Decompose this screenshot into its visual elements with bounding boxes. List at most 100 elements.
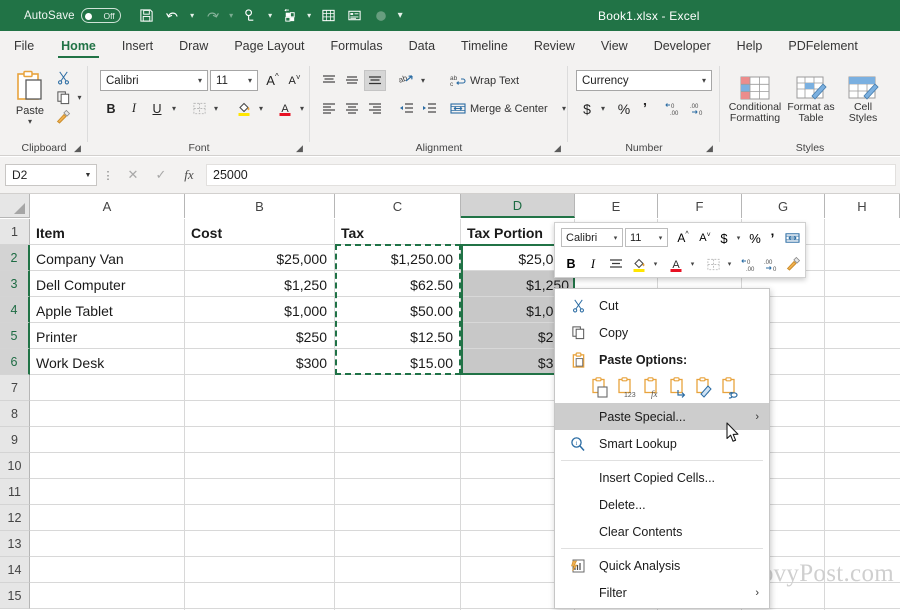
undo-dropdown-icon[interactable]: ▾ (187, 4, 198, 28)
mini-comma-format-button[interactable]: ’ (765, 227, 780, 249)
touch-mode-dropdown-icon[interactable]: ▾ (265, 4, 276, 28)
row-header-15[interactable]: 15 (0, 583, 30, 609)
accounting-dropdown-icon[interactable]: ▾ (597, 98, 609, 119)
increase-font-size-button[interactable]: A ^ (262, 70, 283, 91)
row-header-3[interactable]: 3 (0, 271, 30, 297)
cell-B1[interactable]: Cost (186, 220, 332, 245)
row-header-4[interactable]: 4 (0, 297, 30, 323)
row-header-5[interactable]: 5 (0, 323, 30, 349)
menu-item-insert-copied-cells[interactable]: Insert Copied Cells... (555, 464, 769, 491)
cell-B4[interactable]: $1,000 (186, 298, 332, 323)
mini-italic-button[interactable]: I (583, 253, 603, 275)
mini-font-color-button[interactable]: A (665, 253, 687, 275)
copy-button[interactable] (52, 88, 74, 106)
record-macro-icon[interactable] (369, 4, 393, 28)
cell-B2[interactable]: $25,000 (186, 246, 332, 271)
bold-button[interactable]: B (101, 98, 121, 119)
touch-mode-icon[interactable] (239, 4, 263, 28)
mini-increase-decimal-button[interactable]: 0.00 (739, 253, 761, 275)
percent-format-button[interactable]: % (614, 98, 634, 119)
redo-icon[interactable] (200, 4, 224, 28)
format-painter-button[interactable] (52, 108, 74, 126)
autosave-toggle[interactable]: Off (80, 8, 121, 23)
tab-page-layout[interactable]: Page Layout (221, 31, 317, 60)
menu-item-clear-contents[interactable]: Clear Contents (555, 518, 769, 545)
chevron-down-icon[interactable]: ▾ (697, 76, 711, 85)
row-header-8[interactable]: 8 (0, 401, 30, 427)
tab-review[interactable]: Review (521, 31, 588, 60)
column-header-b[interactable]: B (185, 194, 335, 218)
cell-B3[interactable]: $1,250 (186, 272, 332, 297)
row-header-1[interactable]: 1 (0, 219, 30, 245)
mini-font-color-dropdown-icon[interactable]: ▾ (687, 253, 698, 275)
paste-formulas-icon[interactable]: fx (643, 377, 664, 399)
mini-borders-dropdown-icon[interactable]: ▾ (724, 253, 735, 275)
cell-A2[interactable]: Company Van (31, 246, 181, 271)
mini-percent-format-button[interactable]: % (746, 227, 764, 249)
paste-transpose-icon[interactable] (669, 377, 690, 399)
mini-decrease-font-size-button[interactable]: A ˅ (695, 227, 715, 249)
formula-input[interactable]: 25000 (206, 164, 896, 186)
cell-A3[interactable]: Dell Computer (31, 272, 181, 297)
tab-view[interactable]: View (588, 31, 641, 60)
align-bottom-button[interactable] (364, 70, 386, 91)
chevron-down-icon[interactable]: ▾ (609, 234, 622, 242)
tab-formulas[interactable]: Formulas (318, 31, 396, 60)
increase-decimal-button[interactable]: 0.00 (663, 98, 685, 119)
merge-center-button[interactable]: Merge & Center (450, 98, 548, 119)
mini-decrease-decimal-button[interactable]: .00 0 (760, 253, 782, 275)
font-dialog-launcher[interactable]: ◢ (296, 144, 305, 153)
menu-item-copy[interactable]: Copy (555, 319, 769, 346)
paste-link-icon[interactable] (721, 377, 742, 399)
font-color-button[interactable]: A (274, 98, 296, 119)
redo-dropdown-icon[interactable]: ▾ (226, 4, 237, 28)
tab-file[interactable]: File (0, 31, 48, 60)
number-dialog-launcher[interactable]: ◢ (706, 144, 715, 153)
clipboard-dialog-launcher[interactable]: ◢ (74, 144, 83, 153)
accounting-format-button[interactable]: $ (578, 98, 596, 119)
cut-button[interactable] (52, 68, 74, 86)
paste-button[interactable]: Paste ▾ (8, 68, 52, 128)
increase-indent-button[interactable] (418, 98, 440, 119)
italic-button[interactable]: I (124, 98, 144, 119)
column-header-c[interactable]: C (335, 194, 461, 218)
tab-home[interactable]: Home (48, 31, 109, 60)
mini-format-painter-button[interactable] (782, 253, 804, 275)
confirm-entry-icon[interactable]: ✓ (147, 164, 175, 186)
column-header-h[interactable]: H (825, 194, 900, 218)
paste-dropdown-icon[interactable]: ▾ (28, 117, 32, 126)
format-as-table-button[interactable]: Format as Table (784, 66, 838, 132)
new-icon[interactable] (278, 4, 302, 28)
paste-formatting-icon[interactable] (695, 377, 716, 399)
decrease-decimal-button[interactable]: .00 0 (686, 98, 708, 119)
mini-align-center-button[interactable] (605, 253, 627, 275)
autosave-control[interactable]: AutoSave Off (24, 8, 121, 23)
cell-C5[interactable]: $12.50 (336, 324, 458, 349)
mini-font-size-combo[interactable]: 11 ▾ (625, 228, 668, 247)
font-name-combo[interactable]: Calibri ▾ (100, 70, 208, 91)
mini-accounting-dropdown-icon[interactable]: ▾ (733, 227, 744, 249)
mini-increase-font-size-button[interactable]: A ^ (673, 227, 693, 249)
cell-styles-button[interactable]: Cell Styles (838, 66, 888, 132)
font-color-dropdown-icon[interactable]: ▾ (296, 98, 308, 119)
menu-item-cut[interactable]: Cut (555, 292, 769, 319)
align-top-button[interactable] (318, 70, 340, 91)
fill-color-button[interactable] (233, 98, 255, 119)
decrease-indent-button[interactable] (395, 98, 417, 119)
row-header-6[interactable]: 6 (0, 349, 30, 375)
chevron-down-icon[interactable]: ▾ (243, 76, 257, 85)
row-header-7[interactable]: 7 (0, 375, 30, 401)
row-header-10[interactable]: 10 (0, 453, 30, 479)
row-header-9[interactable]: 9 (0, 427, 30, 453)
mini-borders-button[interactable] (702, 253, 724, 275)
row-header-14[interactable]: 14 (0, 557, 30, 583)
column-header-e[interactable]: E (575, 194, 658, 218)
underline-dropdown-icon[interactable]: ▾ (168, 98, 180, 119)
chevron-down-icon[interactable]: ▾ (193, 76, 207, 85)
wrap-text-button[interactable]: ab c Wrap Text (450, 70, 519, 91)
cell-A4[interactable]: Apple Tablet (31, 298, 181, 323)
calculate-icon[interactable] (317, 4, 341, 28)
cell-C3[interactable]: $62.50 (336, 272, 458, 297)
cell-C1[interactable]: Tax (336, 220, 458, 245)
insert-function-icon[interactable]: fx (175, 164, 203, 186)
